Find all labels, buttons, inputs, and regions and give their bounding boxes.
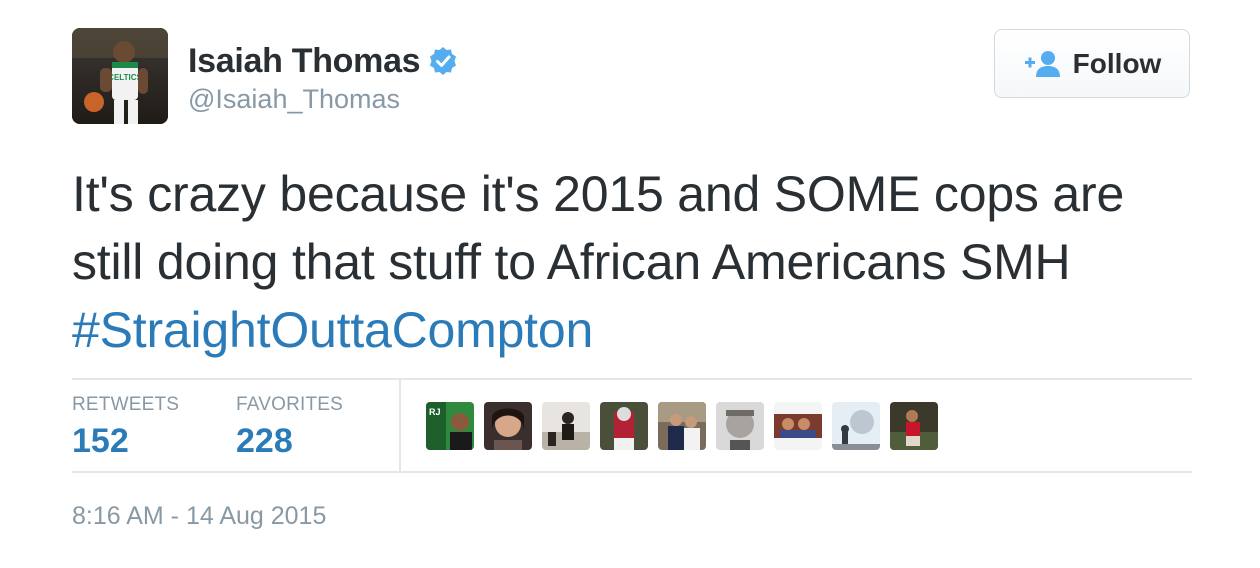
tweet-text: It's crazy because it's 2015 and SOME co… <box>72 160 1202 364</box>
user-avatar[interactable]: CELTICS <box>72 28 168 124</box>
tweet-card: CELTICS Isaiah Thomas @Isaiah_Thomas Fol… <box>0 0 1260 568</box>
verified-badge-icon <box>428 46 458 76</box>
favorites-label: FAVORITES <box>236 394 344 415</box>
user-handle[interactable]: @Isaiah_Thomas <box>188 84 400 115</box>
favoriter-avatar[interactable] <box>774 402 822 450</box>
retweets-stat[interactable]: RETWEETS 152 <box>72 394 179 461</box>
add-user-icon <box>1023 49 1063 79</box>
retweets-label: RETWEETS <box>72 394 180 415</box>
divider <box>72 471 1192 473</box>
profile-photo-icon: CELTICS <box>72 28 168 124</box>
favoriter-avatar[interactable] <box>484 402 532 450</box>
hashtag-link[interactable]: #StraightOuttaCompton <box>72 302 593 358</box>
follow-button[interactable]: Follow <box>994 29 1190 98</box>
follow-button-label: Follow <box>1072 47 1162 79</box>
favoriters-avatars: RJ <box>426 402 948 450</box>
favoriter-avatar[interactable] <box>600 402 648 450</box>
favoriter-avatar[interactable] <box>658 402 706 450</box>
tweet-timestamp[interactable]: 8:16 AM - 14 Aug 2015 <box>72 502 326 531</box>
tweet-body: It's crazy because it's 2015 and SOME co… <box>72 166 1125 290</box>
retweets-count: 152 <box>72 422 129 460</box>
favoriter-avatar[interactable] <box>716 402 764 450</box>
favorites-stat[interactable]: FAVORITES 228 <box>236 394 343 461</box>
divider <box>72 378 1192 380</box>
svg-text:RJ: RJ <box>429 407 441 417</box>
svg-text:CELTICS: CELTICS <box>108 73 142 82</box>
favoriter-avatar[interactable]: RJ <box>426 402 474 450</box>
favorites-count: 228 <box>236 422 293 460</box>
display-name[interactable]: Isaiah Thomas <box>188 42 421 81</box>
favoriter-avatar[interactable] <box>542 402 590 450</box>
name-row: Isaiah Thomas <box>188 40 458 82</box>
favoriter-avatar[interactable] <box>890 402 938 450</box>
favoriter-avatar[interactable] <box>832 402 880 450</box>
stats-divider <box>399 380 401 471</box>
